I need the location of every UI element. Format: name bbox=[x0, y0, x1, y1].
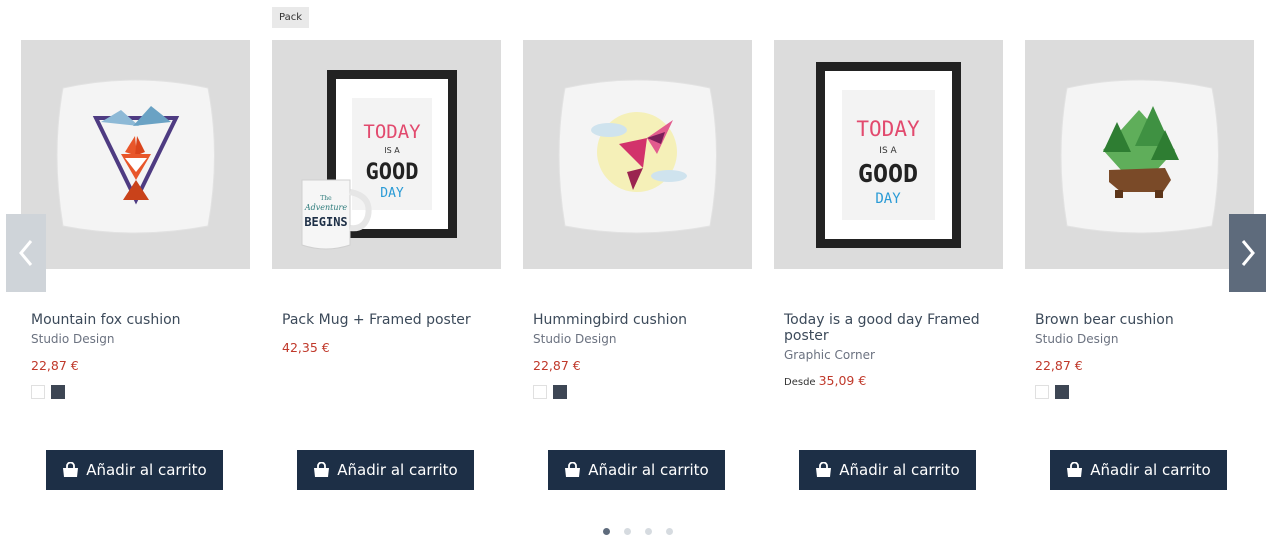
add-to-cart-button[interactable]: Añadir al carrito bbox=[548, 450, 725, 490]
color-swatch-dark[interactable] bbox=[1055, 385, 1069, 399]
poster-text-good: GOOD bbox=[858, 159, 918, 188]
pagination-dot-2[interactable] bbox=[624, 528, 631, 535]
product-name[interactable]: Hummingbird cushion bbox=[533, 312, 733, 328]
product-card: Brown bear cushion Studio Design 22,87 €… bbox=[1025, 0, 1254, 520]
carousel-next-button[interactable] bbox=[1229, 214, 1266, 292]
fox-cushion-illustration bbox=[56, 79, 215, 234]
product-card: Mountain fox cushion Studio Design 22,87… bbox=[21, 0, 250, 520]
shopping-bag-icon bbox=[314, 462, 330, 477]
product-price: 22,87 € bbox=[1035, 358, 1083, 373]
add-to-cart-button[interactable]: Añadir al carrito bbox=[1050, 450, 1227, 490]
pack-badge: Pack bbox=[272, 7, 309, 28]
color-swatch-white[interactable] bbox=[533, 385, 547, 399]
shopping-bag-icon bbox=[63, 462, 79, 477]
shopping-bag-icon bbox=[816, 462, 832, 477]
shopping-bag-icon bbox=[1067, 462, 1083, 477]
add-to-cart-label: Añadir al carrito bbox=[86, 461, 207, 479]
shopping-bag-icon bbox=[565, 462, 581, 477]
add-to-cart-label: Añadir al carrito bbox=[1090, 461, 1211, 479]
product-brand[interactable]: Studio Design bbox=[533, 332, 616, 346]
product-image-bear-cushion[interactable] bbox=[1025, 40, 1254, 269]
product-brand[interactable]: Studio Design bbox=[1035, 332, 1118, 346]
add-to-cart-label: Añadir al carrito bbox=[588, 461, 709, 479]
poster-text-is-a: IS A bbox=[384, 146, 400, 155]
chevron-right-icon bbox=[1241, 240, 1255, 266]
product-name[interactable]: Today is a good day Framed poster bbox=[784, 312, 984, 344]
price-value: 35,09 € bbox=[818, 373, 867, 388]
price-from-label: Desde bbox=[784, 377, 816, 388]
carousel-prev-button[interactable] bbox=[6, 214, 46, 292]
mug-text-the: The bbox=[320, 195, 332, 202]
product-card: Pack TODAY IS A GOOD DAY The Adventure B… bbox=[272, 0, 501, 520]
product-name[interactable]: Pack Mug + Framed poster bbox=[282, 312, 482, 328]
chevron-left-icon bbox=[19, 240, 33, 266]
product-price: 22,87 € bbox=[533, 358, 581, 373]
product-name[interactable]: Brown bear cushion bbox=[1035, 312, 1235, 328]
pagination-dot-4[interactable] bbox=[666, 528, 673, 535]
poster-text-day: DAY bbox=[875, 191, 901, 207]
product-brand[interactable]: Graphic Corner bbox=[784, 348, 875, 362]
product-carousel: Mountain fox cushion Studio Design 22,87… bbox=[0, 0, 1266, 536]
pagination-dot-3[interactable] bbox=[645, 528, 652, 535]
product-price: 42,35 € bbox=[282, 340, 330, 355]
color-swatch-white[interactable] bbox=[1035, 385, 1049, 399]
add-to-cart-button[interactable]: Añadir al carrito bbox=[46, 450, 223, 490]
product-brand[interactable]: Studio Design bbox=[31, 332, 114, 346]
add-to-cart-label: Añadir al carrito bbox=[337, 461, 458, 479]
color-swatches bbox=[1035, 385, 1069, 399]
bear-cushion-illustration bbox=[1060, 79, 1219, 234]
product-image-hummingbird-cushion[interactable] bbox=[523, 40, 752, 269]
carousel-pagination bbox=[603, 528, 673, 535]
product-price: Desde 35,09 € bbox=[784, 373, 866, 388]
mug-text-adventure: Adventure bbox=[304, 203, 347, 212]
poster-text-good: GOOD bbox=[366, 160, 419, 185]
product-name[interactable]: Mountain fox cushion bbox=[31, 312, 231, 328]
poster-text-is-a: IS A bbox=[879, 146, 897, 156]
add-to-cart-label: Añadir al carrito bbox=[839, 461, 960, 479]
hummingbird-cushion-illustration bbox=[558, 79, 717, 234]
product-image-fox-cushion[interactable] bbox=[21, 40, 250, 269]
color-swatches bbox=[31, 385, 65, 399]
color-swatches bbox=[533, 385, 567, 399]
product-card: Hummingbird cushion Studio Design 22,87 … bbox=[523, 0, 752, 520]
poster-text-day: DAY bbox=[380, 186, 404, 201]
color-swatch-dark[interactable] bbox=[51, 385, 65, 399]
product-image-mug-and-poster[interactable]: TODAY IS A GOOD DAY The Adventure BEGINS bbox=[272, 40, 501, 269]
pagination-dot-1[interactable] bbox=[603, 528, 610, 535]
product-image-framed-poster[interactable]: TODAY IS A GOOD DAY bbox=[774, 40, 1003, 269]
product-card: TODAY IS A GOOD DAY Today is a good day … bbox=[774, 0, 1003, 520]
add-to-cart-button[interactable]: Añadir al carrito bbox=[297, 450, 474, 490]
poster-text-today: TODAY bbox=[363, 121, 421, 143]
add-to-cart-button[interactable]: Añadir al carrito bbox=[799, 450, 976, 490]
product-price: 22,87 € bbox=[31, 358, 79, 373]
framed-poster-illustration: TODAY IS A GOOD DAY bbox=[816, 62, 961, 248]
color-swatch-white[interactable] bbox=[31, 385, 45, 399]
color-swatch-dark[interactable] bbox=[553, 385, 567, 399]
mug-text-begins: BEGINS bbox=[304, 215, 347, 229]
mug-and-poster-illustration: TODAY IS A GOOD DAY The Adventure BEGINS bbox=[301, 70, 457, 250]
poster-text-today: TODAY bbox=[856, 117, 920, 141]
